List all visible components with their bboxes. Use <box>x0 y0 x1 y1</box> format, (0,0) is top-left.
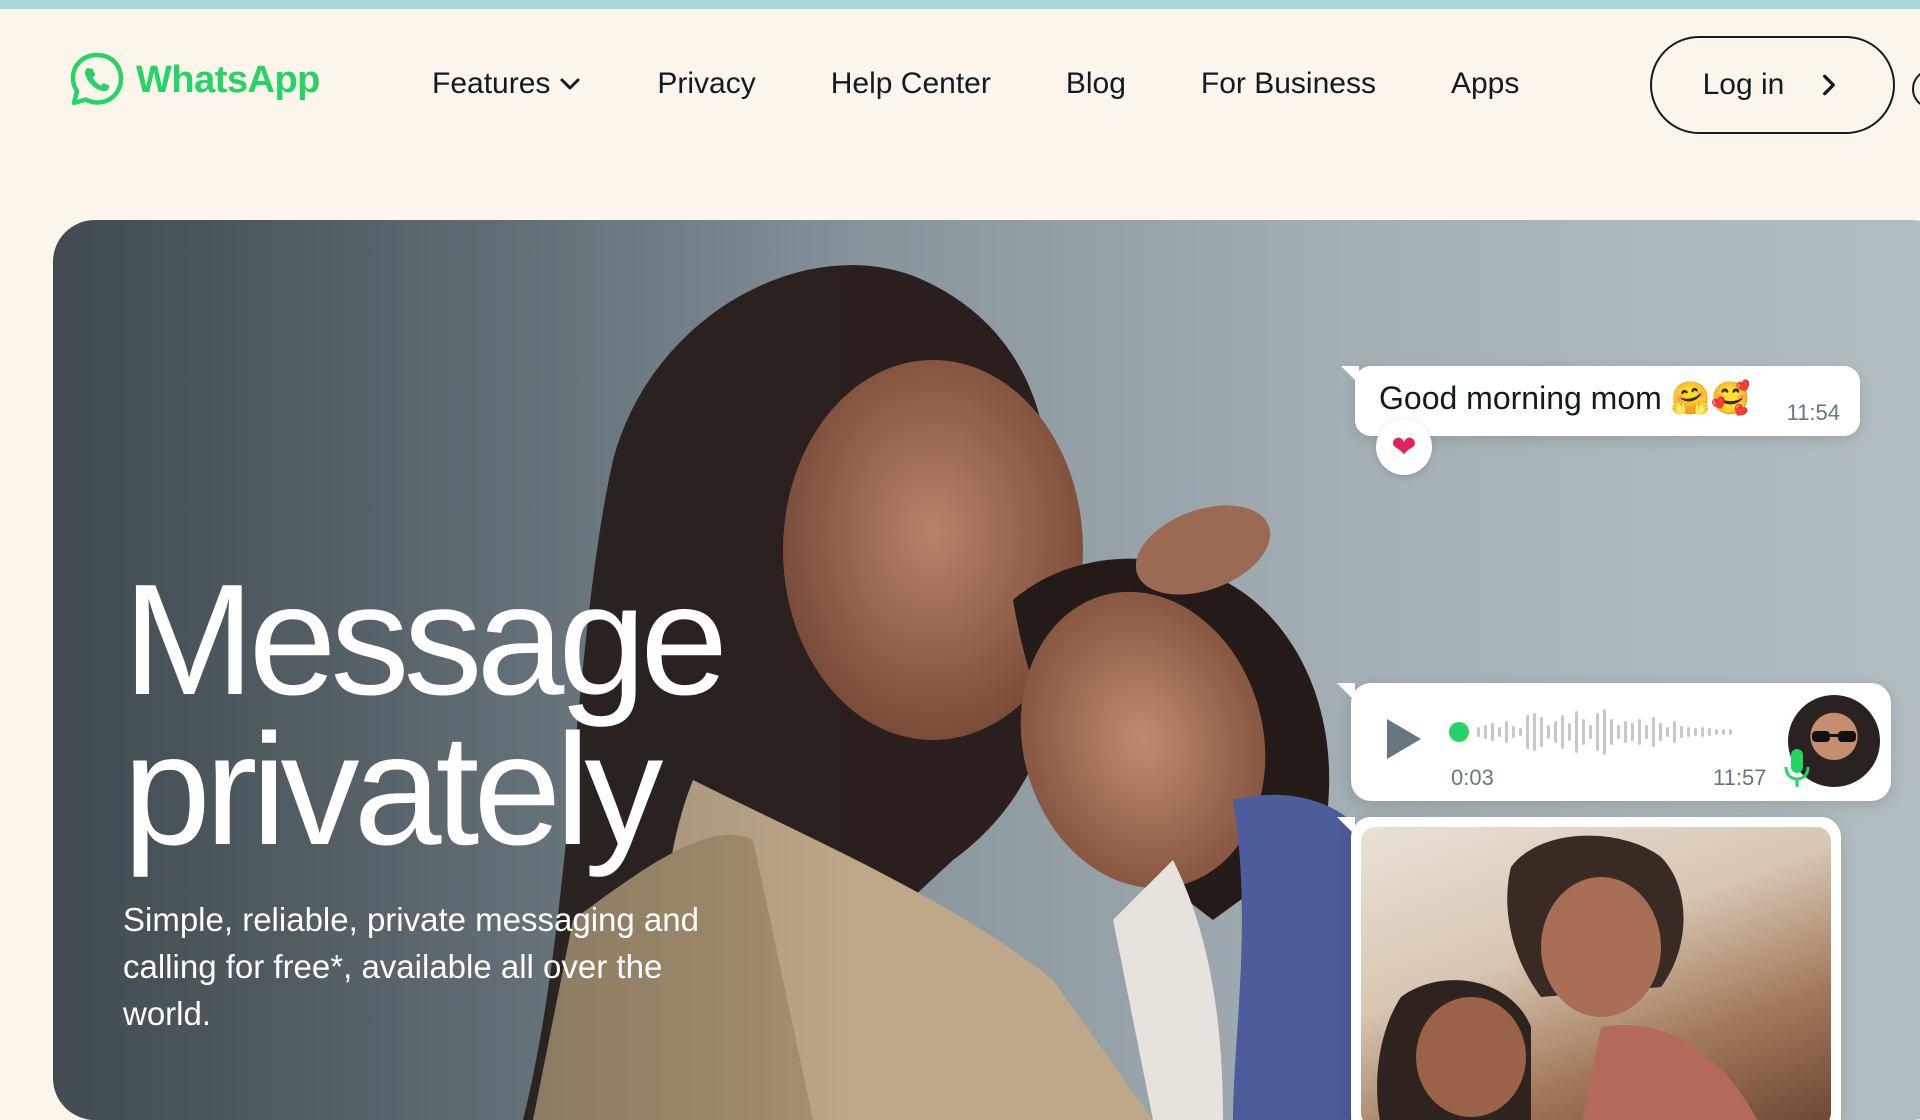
nav-item-label: Apps <box>1450 67 1520 100</box>
whatsapp-logo[interactable]: WhatsApp <box>68 51 320 109</box>
photo-content <box>1377 835 1758 1120</box>
image-message-bubble[interactable] <box>1337 817 1841 1120</box>
chat-message-text: Good morning mom 🤗🥰 <box>1379 380 1751 416</box>
nav-item-label: Privacy <box>657 67 756 100</box>
login-button-label: Log in <box>1702 68 1785 101</box>
nav-item-label: Features <box>432 67 551 100</box>
nav-item-features[interactable]: Features <box>432 67 582 101</box>
nav-item-label: Help Center <box>830 67 991 100</box>
chat-message-time: 11:54 <box>1786 400 1840 425</box>
whatsapp-logo-icon <box>70 52 124 106</box>
play-icon[interactable] <box>1381 713 1425 765</box>
waveform-bars <box>1477 709 1732 755</box>
nav-item-for-business[interactable]: For Business <box>1201 67 1376 101</box>
voice-progress-dot <box>1449 722 1469 742</box>
main-nav: Features Privacy Help Center Blog For Bu… <box>432 67 1594 101</box>
browser-top-strip <box>0 0 1920 9</box>
heart-reaction-icon: ❤ <box>1376 419 1432 475</box>
chevron-down-icon <box>560 78 580 90</box>
login-button[interactable]: Log in <box>1650 36 1895 134</box>
image-message-photo <box>1361 827 1831 1120</box>
nav-item-help-center[interactable]: Help Center <box>831 67 991 101</box>
nav-item-label: For Business <box>1200 67 1376 100</box>
mic-icon <box>1784 749 1810 787</box>
voice-waveform[interactable] <box>1449 707 1769 757</box>
voice-duration: 0:03 <box>1451 765 1494 790</box>
chat-bubble: Good morning mom 🤗🥰 11:54 <box>1341 366 1860 436</box>
hero-section: Message privately Simple, reliable, priv… <box>53 220 1920 1120</box>
nav-item-blog[interactable]: Blog <box>1066 67 1126 101</box>
nav-item-label: Blog <box>1065 67 1126 100</box>
voice-note-bubble: 0:03 11:57 <box>1337 683 1891 801</box>
brand-name: WhatsApp <box>136 58 320 101</box>
chevron-right-icon <box>1823 74 1836 96</box>
site-header: WhatsApp Features Privacy Help Center Bl… <box>0 9 1920 169</box>
hero-headline: Message privately <box>123 552 728 878</box>
overflow-button[interactable] <box>1912 69 1920 109</box>
hero-headline-line1: Message <box>123 552 728 728</box>
hero-subtext: Simple, reliable, private messaging and … <box>123 901 699 1032</box>
voice-time: 11:57 <box>1713 765 1767 790</box>
nav-item-apps[interactable]: Apps <box>1451 67 1519 101</box>
hero-headline-line2: privately <box>123 702 663 878</box>
nav-item-privacy[interactable]: Privacy <box>657 67 755 101</box>
